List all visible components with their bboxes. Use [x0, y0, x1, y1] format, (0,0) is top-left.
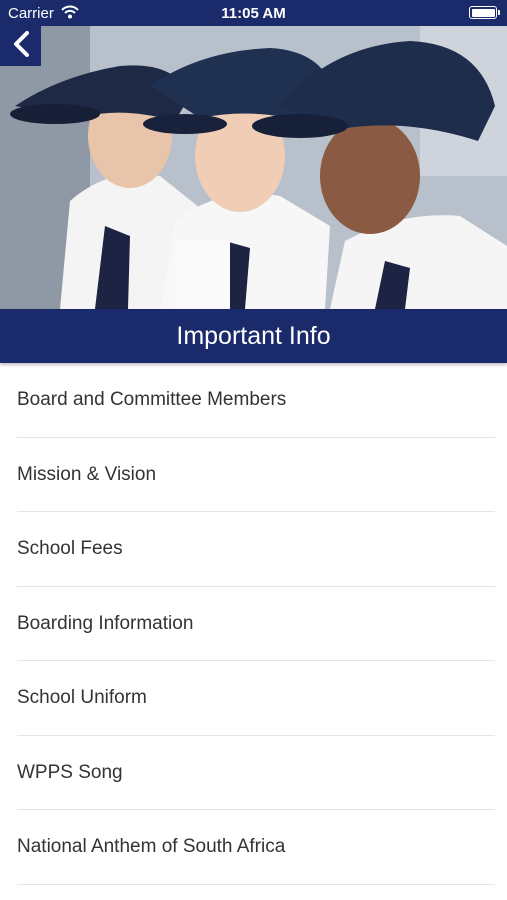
back-button[interactable]	[0, 26, 41, 66]
menu-item-label: School Uniform	[17, 687, 147, 708]
menu-item-mission-vision[interactable]: Mission & Vision	[0, 438, 507, 513]
menu-item-boarding-information[interactable]: Boarding Information	[0, 587, 507, 662]
info-menu-list: Board and Committee Members Mission & Vi…	[0, 363, 507, 885]
status-time: 11:05 AM	[221, 5, 286, 22]
menu-item-label: Board and Committee Members	[17, 389, 287, 410]
menu-item-board-committee[interactable]: Board and Committee Members	[0, 363, 507, 438]
menu-item-label: School Fees	[17, 538, 123, 559]
menu-item-label: WPPS Song	[17, 761, 123, 783]
page-title-bar: Important Info	[0, 309, 507, 363]
page-title: Important Info	[176, 321, 331, 350]
menu-item-school-uniform[interactable]: School Uniform	[0, 661, 507, 736]
menu-item-label: National Anthem of South Africa	[17, 836, 286, 857]
status-bar: Carrier 11:05 AM	[0, 0, 507, 26]
chevron-left-icon	[11, 30, 31, 63]
menu-item-school-fees[interactable]: School Fees	[0, 512, 507, 587]
menu-item-wpps-song[interactable]: WPPS Song	[0, 736, 507, 811]
battery-icon	[469, 6, 500, 19]
hero-image	[0, 26, 507, 309]
menu-item-national-anthem[interactable]: National Anthem of South Africa	[0, 810, 507, 885]
menu-item-label: Boarding Information	[17, 612, 194, 634]
menu-item-label: Mission & Vision	[17, 463, 157, 485]
